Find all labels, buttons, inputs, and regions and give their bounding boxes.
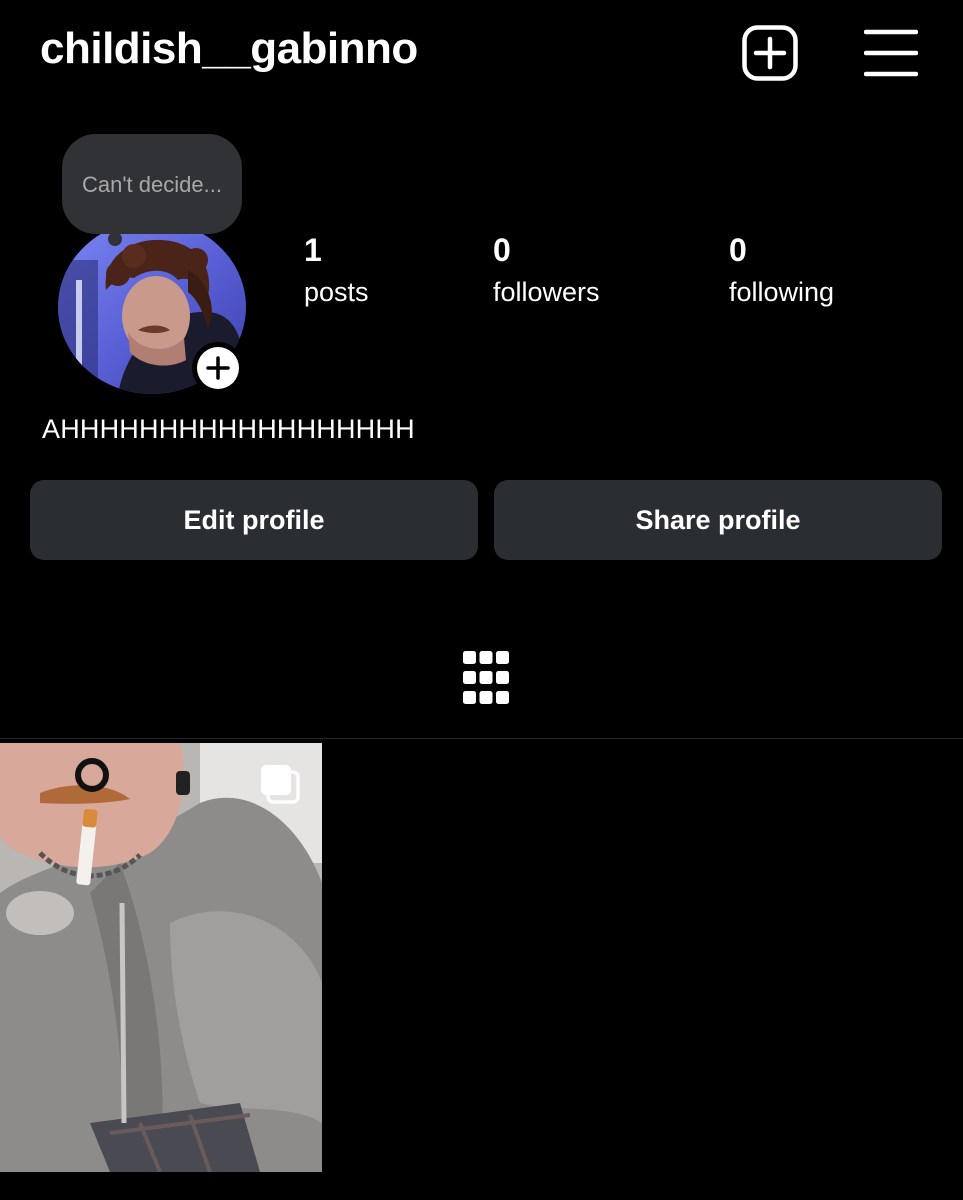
carousel-indicator-icon	[261, 765, 300, 804]
following-count: 0	[729, 232, 747, 268]
add-story-button[interactable]	[192, 342, 244, 394]
menu-button[interactable]	[863, 28, 919, 78]
stat-following[interactable]: 0 following	[729, 230, 834, 314]
tab-divider	[0, 738, 963, 739]
plus-icon	[206, 356, 230, 380]
posts-label: posts	[304, 277, 369, 307]
note-text: Can't decide...	[82, 172, 222, 197]
stat-followers[interactable]: 0 followers	[493, 230, 600, 314]
bio-text: AHHHHHHHHHHHHHHHHHH	[42, 414, 415, 444]
share-profile-button[interactable]: Share profile	[494, 480, 942, 560]
note-bubble-tail	[108, 232, 122, 246]
followers-label: followers	[493, 277, 600, 307]
following-label: following	[729, 277, 835, 307]
edit-profile-button[interactable]: Edit profile	[30, 480, 478, 560]
note-bubble[interactable]: Can't decide...	[62, 134, 242, 234]
posts-count: 1	[304, 232, 322, 268]
add-story-badge	[197, 347, 239, 389]
username-title[interactable]: childish__gabinno	[40, 24, 418, 74]
grid-icon	[463, 651, 509, 704]
profile-page: childish__gabinno Can't decide... 1 post…	[0, 0, 963, 1200]
create-post-button[interactable]	[742, 25, 798, 81]
multiple-images-icon	[258, 762, 304, 808]
followers-count: 0	[493, 232, 511, 268]
tab-grid[interactable]	[462, 650, 510, 706]
plus-square-icon	[742, 25, 798, 81]
hamburger-menu-icon	[863, 29, 919, 77]
stat-posts[interactable]: 1 posts	[304, 230, 369, 314]
